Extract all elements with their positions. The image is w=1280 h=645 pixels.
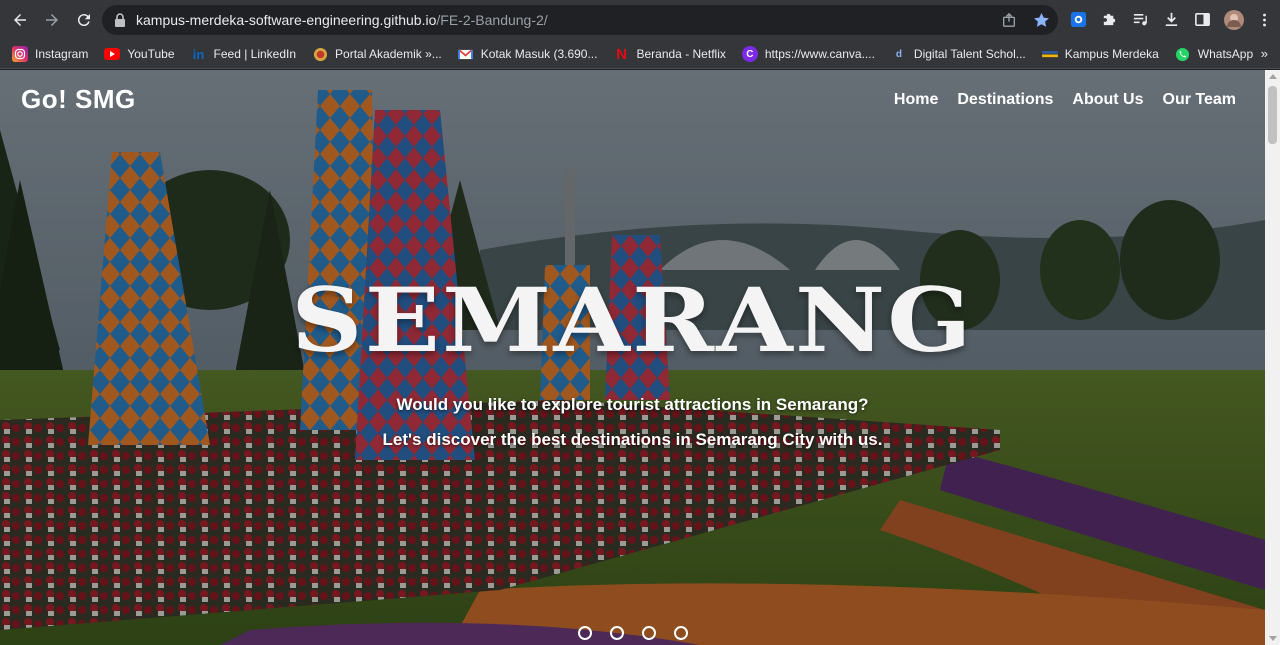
profile-avatar[interactable] xyxy=(1223,9,1244,30)
lock-icon xyxy=(115,13,125,27)
linkedin-icon: in xyxy=(192,46,205,62)
bookmark-kampus-merdeka[interactable]: Kampus Merdeka xyxy=(1041,46,1159,62)
digitalent-icon: d xyxy=(895,48,902,60)
bookmark-label: https://www.canva.... xyxy=(764,47,875,61)
bookmark-canva[interactable]: C https://www.canva.... xyxy=(741,46,875,62)
bookmark-label: YouTube xyxy=(127,47,175,61)
side-panel-icon[interactable] xyxy=(1192,9,1213,30)
nav-our-team[interactable]: Our Team xyxy=(1163,91,1237,109)
bookmark-star-icon[interactable] xyxy=(1032,11,1050,29)
scrollbar-thumb[interactable] xyxy=(1268,86,1277,144)
bookmark-label: Kampus Merdeka xyxy=(1064,47,1159,61)
nav-destinations[interactable]: Destinations xyxy=(957,91,1053,109)
carousel-dot-1[interactable] xyxy=(578,626,592,640)
carousel-dot-4[interactable] xyxy=(674,626,688,640)
nav-home[interactable]: Home xyxy=(894,91,938,109)
carousel-indicators xyxy=(578,626,688,640)
bookmark-label: Feed | LinkedIn xyxy=(213,47,297,61)
address-bar[interactable]: kampus-merdeka-software-engineering.gith… xyxy=(102,5,1058,35)
nav-about-us[interactable]: About Us xyxy=(1072,91,1143,109)
whatsapp-icon xyxy=(1175,46,1191,62)
browser-toolbar: kampus-merdeka-software-engineering.gith… xyxy=(0,0,1280,40)
forward-icon[interactable] xyxy=(40,8,64,32)
bookmark-whatsapp[interactable]: WhatsApp xyxy=(1175,46,1253,62)
youtube-icon xyxy=(104,46,121,62)
bookmark-portal-akademik[interactable]: Portal Akademik »... xyxy=(312,46,442,62)
url-host: kampus-merdeka-software-engineering.gith… xyxy=(136,12,437,28)
bookmark-digital-talent[interactable]: d Digital Talent Schol... xyxy=(891,46,1026,62)
main-nav: Home Destinations About Us Our Team xyxy=(894,91,1236,109)
carousel-dot-2[interactable] xyxy=(610,626,624,640)
scroll-down-icon[interactable] xyxy=(1269,636,1277,641)
hero-subtitle-question: Would you like to explore tourist attrac… xyxy=(396,395,869,414)
bookmark-linkedin[interactable]: in Feed | LinkedIn xyxy=(191,46,297,62)
hero-subtitle-invite: Let's discover the best destinations in … xyxy=(382,430,883,449)
web-page: Go! SMG Home Destinations About Us Our T… xyxy=(0,70,1265,645)
bookmark-netflix[interactable]: N Beranda - Netflix xyxy=(613,45,726,63)
bookmark-label: Digital Talent Schol... xyxy=(913,47,1026,61)
extension-blue-icon[interactable] xyxy=(1068,9,1089,30)
carousel-dot-3[interactable] xyxy=(642,626,656,640)
bookmark-youtube[interactable]: YouTube xyxy=(104,46,175,62)
media-queue-icon[interactable] xyxy=(1130,9,1151,30)
bookmark-label: Instagram xyxy=(35,47,89,61)
bookmark-label: Portal Akademik »... xyxy=(335,47,442,61)
gmail-icon xyxy=(458,46,474,62)
canva-icon: C xyxy=(741,46,758,62)
bookmarks-bar: Instagram YouTube in Feed | LinkedIn Por… xyxy=(0,40,1280,69)
bookmark-label: Beranda - Netflix xyxy=(636,47,726,61)
bookmark-instagram[interactable]: Instagram xyxy=(12,46,88,62)
page-scrollbar[interactable] xyxy=(1265,70,1280,645)
netflix-icon: N xyxy=(616,45,627,63)
bookmark-label: Kotak Masuk (3.690... xyxy=(480,47,598,61)
kampus-merdeka-icon xyxy=(1041,46,1058,62)
bookmark-label: WhatsApp xyxy=(1197,47,1254,61)
site-logo[interactable]: Go! SMG xyxy=(21,84,136,115)
hero-title: SEMARANG xyxy=(291,268,974,372)
scroll-up-icon[interactable] xyxy=(1269,74,1277,79)
url-path: /FE-2-Bandung-2/ xyxy=(436,12,548,28)
bookmarks-overflow-icon[interactable]: » xyxy=(1261,46,1268,61)
back-icon[interactable] xyxy=(8,8,32,32)
share-icon[interactable] xyxy=(1000,11,1018,29)
portal-icon xyxy=(312,46,328,62)
chrome-menu-icon[interactable] xyxy=(1254,9,1275,30)
instagram-icon xyxy=(12,46,28,62)
reload-icon[interactable] xyxy=(72,8,96,32)
extensions-puzzle-icon[interactable] xyxy=(1099,9,1120,30)
download-icon[interactable] xyxy=(1161,9,1182,30)
bookmark-gmail[interactable]: Kotak Masuk (3.690... xyxy=(458,46,598,62)
